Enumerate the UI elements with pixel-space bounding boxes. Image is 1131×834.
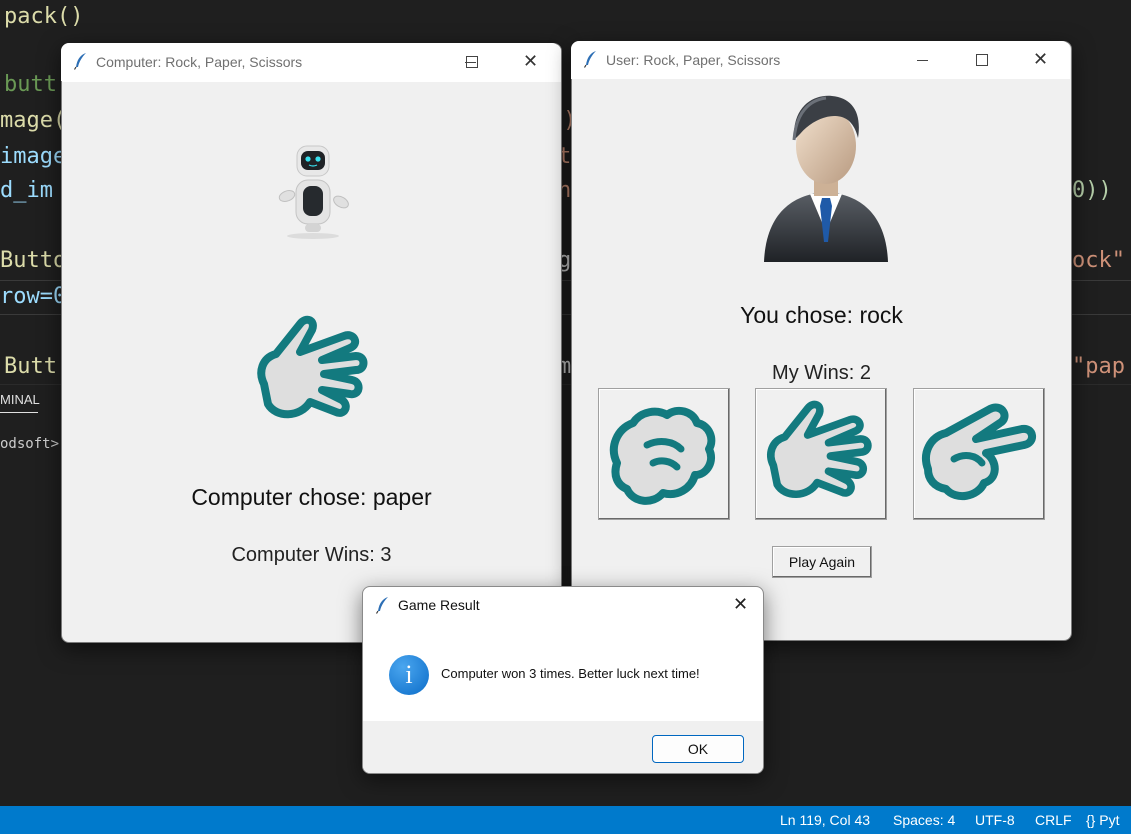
computer-choice-label: Computer chose: paper: [191, 484, 432, 510]
status-language[interactable]: {} Pyt: [1086, 812, 1119, 828]
user-window: You chose: rock My Wins: 2 Play Again: [571, 41, 1072, 641]
computer-window-title: Computer: Rock, Paper, Scissors: [96, 54, 303, 70]
maximize-icon[interactable]: [976, 54, 988, 66]
code-fragment: "pap: [1072, 354, 1125, 379]
status-encoding[interactable]: UTF-8: [975, 812, 1015, 828]
status-cursor-position[interactable]: Ln 119, Col 43: [780, 812, 870, 828]
rock-button[interactable]: [598, 388, 730, 520]
close-icon[interactable]: ✕: [1033, 49, 1048, 70]
robot-icon: [278, 145, 349, 239]
info-icon: i: [389, 655, 429, 695]
user-wins-label: My Wins: 2: [772, 362, 871, 384]
code-line-3: mage(: [0, 108, 67, 133]
feather-icon: [375, 597, 388, 614]
close-icon[interactable]: ✕: [523, 51, 538, 72]
rock-hand-icon: [609, 406, 716, 505]
scissors-hand-icon: [922, 403, 1036, 501]
paper-button[interactable]: [755, 388, 887, 520]
tab-active-underline: [0, 412, 38, 413]
paper-hand-icon: [767, 400, 872, 499]
code-line-6: Butto: [0, 248, 67, 273]
scissors-button[interactable]: [913, 388, 1045, 520]
code-text: pack(): [4, 4, 84, 29]
status-bar: Ln 119, Col 43 Spaces: 4 UTF-8 CRLF {} P…: [0, 806, 1131, 834]
user-window-titlebar[interactable]: User: Rock, Paper, Scissors ✕: [571, 41, 1070, 79]
code-line-7: row=0: [0, 284, 67, 309]
user-avatar-icon: [764, 95, 888, 262]
code-line-8: Butt: [4, 354, 57, 379]
computer-window: Computer: Rock, Paper, Scissors Computer…: [61, 43, 562, 643]
game-result-dialog: Game Result ✕ i Computer won 3 times. Be…: [362, 586, 764, 774]
maximize-icon[interactable]: [466, 56, 478, 68]
minimize-icon[interactable]: [917, 60, 928, 61]
status-eol[interactable]: CRLF: [1035, 812, 1072, 828]
code-line-4: image: [0, 144, 67, 169]
code-fragment: ock": [1072, 248, 1125, 273]
tab-terminal[interactable]: MINAL: [0, 392, 40, 413]
close-icon[interactable]: ✕: [733, 594, 748, 615]
status-indentation[interactable]: Spaces: 4: [893, 812, 955, 828]
computer-window-titlebar-overlay[interactable]: Computer: Rock, Paper, Scissors ✕: [61, 43, 560, 81]
code-line-2: butt: [4, 72, 57, 97]
ok-button[interactable]: OK: [652, 735, 744, 763]
code-line-5: d_im: [0, 178, 53, 203]
feather-icon: [583, 51, 596, 68]
tab-terminal-label: MINAL: [0, 392, 40, 407]
dialog-title: Game Result: [398, 597, 480, 613]
paper-hand-icon: [257, 315, 368, 419]
play-again-button[interactable]: Play Again: [772, 546, 872, 578]
feather-icon: [73, 53, 86, 70]
code-fragment: 0)): [1072, 178, 1112, 203]
code-line-1: pack(): [4, 4, 83, 29]
terminal-prompt: odsoft>: [0, 436, 60, 452]
user-window-title: User: Rock, Paper, Scissors: [606, 52, 781, 68]
computer-wins-label: Computer Wins: 3: [231, 544, 392, 566]
dialog-message: Computer won 3 times. Better luck next t…: [441, 666, 700, 681]
user-choice-label: You chose: rock: [740, 302, 903, 328]
